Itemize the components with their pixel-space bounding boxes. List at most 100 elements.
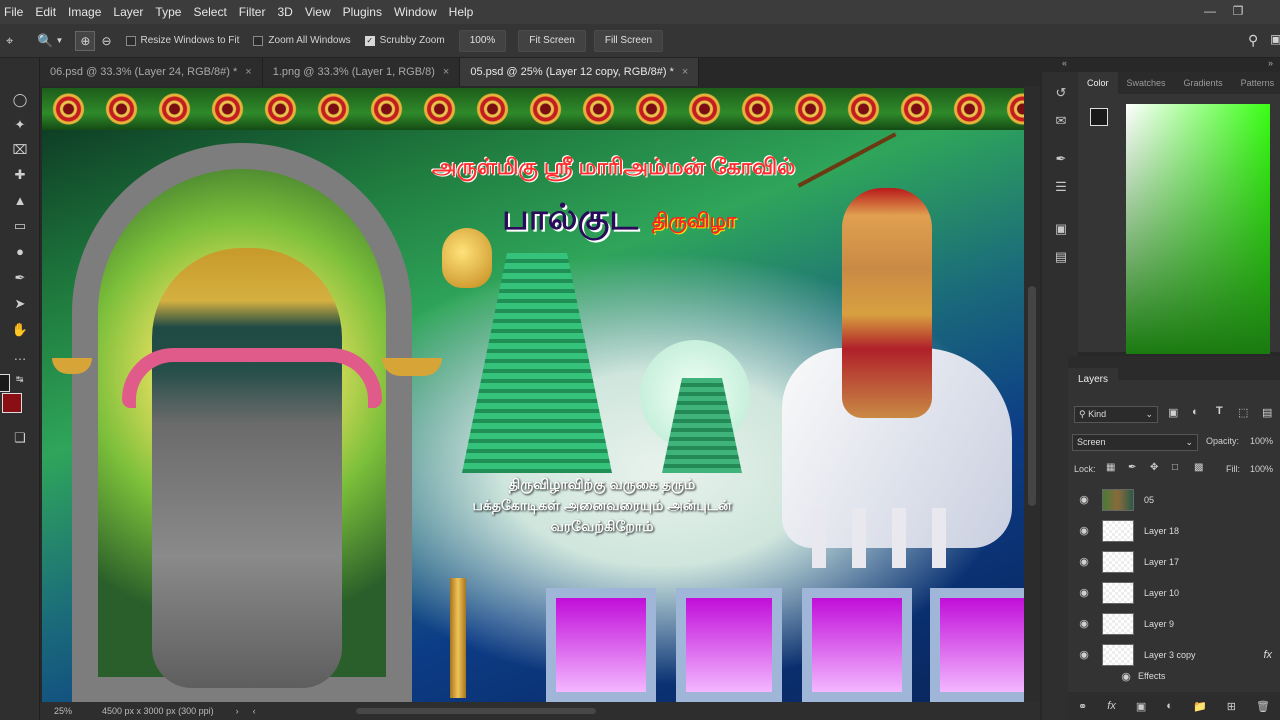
menu-layer[interactable]: Layer: [107, 0, 149, 24]
filter-adjustment-icon[interactable]: ◐: [1192, 406, 1199, 418]
lock-transparency-icon[interactable]: ▦: [1106, 462, 1115, 473]
zoom-value-field[interactable]: 100%: [458, 29, 507, 52]
selection-arrow-icon[interactable]: ➤: [9, 294, 31, 314]
menu-file[interactable]: File: [0, 0, 29, 24]
visibility-icon[interactable]: ◉: [1076, 586, 1092, 599]
filter-pixel-icon[interactable]: ▣: [1168, 406, 1178, 419]
blur-tool-icon[interactable]: ●: [9, 242, 31, 262]
menu-view[interactable]: View: [299, 0, 337, 24]
layer-row[interactable]: ◉ Layer 17: [1068, 546, 1280, 577]
frame-tool-icon[interactable]: ⌧: [9, 140, 31, 160]
visibility-icon[interactable]: ◉: [1076, 648, 1092, 661]
pen-tool-icon[interactable]: ✒: [9, 268, 31, 288]
menu-type[interactable]: Type: [149, 0, 187, 24]
magic-wand-icon[interactable]: ✦: [9, 115, 31, 135]
tab-1-png[interactable]: 1.png @ 33.3% (Layer 1, RGB/8) ×: [262, 58, 461, 86]
menu-help[interactable]: Help: [443, 0, 480, 24]
menu-edit[interactable]: Edit: [29, 0, 62, 24]
artwork-canvas[interactable]: அருள்மிகு ஸ்ரீ மாரிஅம்மன் கோவில் பால்குட…: [42, 88, 1024, 702]
zoom-status[interactable]: 25%: [54, 706, 72, 716]
foreground-color-chip[interactable]: [1090, 108, 1108, 126]
foreground-color-swatch[interactable]: [0, 374, 10, 392]
healing-brush-icon[interactable]: ✚: [9, 165, 31, 185]
scrubby-zoom-checkbox[interactable]: ✓ Scrubby Zoom: [364, 35, 445, 46]
workspace-icon[interactable]: ▣: [1270, 32, 1280, 46]
new-group-icon[interactable]: 📁: [1193, 700, 1207, 713]
libraries-icon[interactable]: ▣: [1052, 220, 1070, 238]
filter-shape-icon[interactable]: ⬚: [1238, 406, 1248, 419]
zoom-tool-icon[interactable]: ⌖: [6, 33, 13, 49]
tab-gradients[interactable]: Gradients: [1175, 72, 1232, 94]
filter-smart-icon[interactable]: ▤: [1262, 406, 1272, 419]
panel-collapse-right-icon[interactable]: »: [1268, 58, 1273, 68]
search-icon[interactable]: ⚲: [1248, 32, 1258, 49]
history-icon[interactable]: ↺: [1052, 84, 1070, 102]
fill-screen-button[interactable]: Fill Screen: [593, 29, 664, 52]
screen-mode-icon[interactable]: ❏: [9, 428, 31, 448]
background-color-swatch[interactable]: [2, 393, 22, 413]
menu-image[interactable]: Image: [62, 0, 107, 24]
marquee-tool-icon[interactable]: ◯: [9, 90, 31, 110]
layer-row[interactable]: ◉ Layer 10: [1068, 577, 1280, 608]
lock-brush-icon[interactable]: ✒: [1128, 462, 1136, 473]
chevron-right-icon[interactable]: ›: [236, 706, 239, 716]
zoom-all-windows-checkbox[interactable]: Zoom All Windows: [253, 35, 351, 46]
chevron-down-icon[interactable]: ▼: [56, 36, 64, 45]
lock-artboard-icon[interactable]: □: [1172, 462, 1178, 473]
zoom-in-icon[interactable]: ⊕: [75, 30, 96, 51]
tab-color[interactable]: Color: [1078, 72, 1118, 94]
link-layers-icon[interactable]: ⚭: [1078, 700, 1087, 713]
add-mask-icon[interactable]: ▣: [1136, 700, 1146, 713]
visibility-icon[interactable]: ◉: [1076, 555, 1092, 568]
opacity-field[interactable]: 100%: [1250, 436, 1273, 446]
zoom-out-icon[interactable]: ⊖: [101, 34, 111, 48]
horizontal-scrollbar[interactable]: [355, 708, 596, 714]
zoom-tool-preset-icon[interactable]: 🔍: [37, 33, 53, 49]
visibility-icon[interactable]: ◉: [1076, 493, 1092, 506]
visibility-icon[interactable]: ◉: [1076, 524, 1092, 537]
tab-swatches[interactable]: Swatches: [1118, 72, 1175, 94]
menu-filter[interactable]: Filter: [233, 0, 272, 24]
new-adjustment-icon[interactable]: ◐: [1166, 700, 1173, 712]
layer-row[interactable]: ◉ Layer 18: [1068, 515, 1280, 546]
minimize-icon[interactable]: —: [1196, 0, 1224, 22]
resize-windows-checkbox[interactable]: Resize Windows to Fit: [125, 35, 239, 46]
tab-patterns[interactable]: Patterns: [1232, 72, 1280, 94]
hand-tool-icon[interactable]: ✋: [9, 320, 31, 340]
vertical-scrollbar[interactable]: [1024, 86, 1040, 702]
swap-colors-icon[interactable]: ↹: [16, 374, 24, 385]
menu-3d[interactable]: 3D: [271, 0, 298, 24]
lock-move-icon[interactable]: ✥: [1150, 462, 1158, 473]
layer-effects-badge[interactable]: fx: [1263, 649, 1272, 661]
visibility-icon[interactable]: ◉: [1118, 670, 1134, 683]
fit-screen-button[interactable]: Fit Screen: [518, 29, 586, 52]
close-tab-icon[interactable]: ×: [245, 66, 251, 78]
more-tools-icon[interactable]: …: [9, 346, 31, 366]
canvas-area[interactable]: அருள்மிகு ஸ்ரீ மாரிஅம்மன் கோவில் பால்குட…: [40, 86, 1040, 702]
close-tab-icon[interactable]: ×: [682, 66, 688, 78]
eraser-icon[interactable]: ▭: [9, 216, 31, 236]
add-style-icon[interactable]: fx: [1107, 700, 1116, 712]
chevron-left-icon[interactable]: ‹: [253, 706, 256, 716]
lock-all-icon[interactable]: ▩: [1194, 462, 1203, 473]
stamp-tool-icon[interactable]: ▲: [9, 191, 31, 211]
menu-window[interactable]: Window: [388, 0, 443, 24]
effects-row[interactable]: ◉ Effects: [1068, 666, 1280, 686]
visibility-icon[interactable]: ◉: [1076, 617, 1092, 630]
fill-field[interactable]: 100%: [1250, 464, 1273, 474]
tab-06-psd[interactable]: 06.psd @ 33.3% (Layer 24, RGB/8#) * ×: [40, 58, 263, 86]
layer-row[interactable]: ◉ 05: [1068, 484, 1280, 515]
close-tab-icon[interactable]: ×: [443, 66, 449, 78]
panel-collapse-icon[interactable]: «: [1062, 58, 1067, 68]
restore-icon[interactable]: ❐: [1224, 0, 1252, 22]
layers-tab[interactable]: Layers: [1068, 368, 1118, 392]
color-picker-field[interactable]: [1126, 104, 1270, 354]
filter-type-icon[interactable]: T: [1216, 405, 1223, 417]
layer-filter-kind[interactable]: ⚲ Kind ⌄: [1074, 406, 1158, 423]
brush-settings-icon[interactable]: ✒: [1052, 150, 1070, 168]
properties-icon[interactable]: ▤: [1052, 248, 1070, 266]
menu-plugins[interactable]: Plugins: [337, 0, 388, 24]
close-icon[interactable]: [1252, 0, 1280, 22]
adjustments-icon[interactable]: ☰: [1052, 178, 1070, 196]
blend-mode-select[interactable]: Screen ⌄: [1072, 434, 1198, 451]
